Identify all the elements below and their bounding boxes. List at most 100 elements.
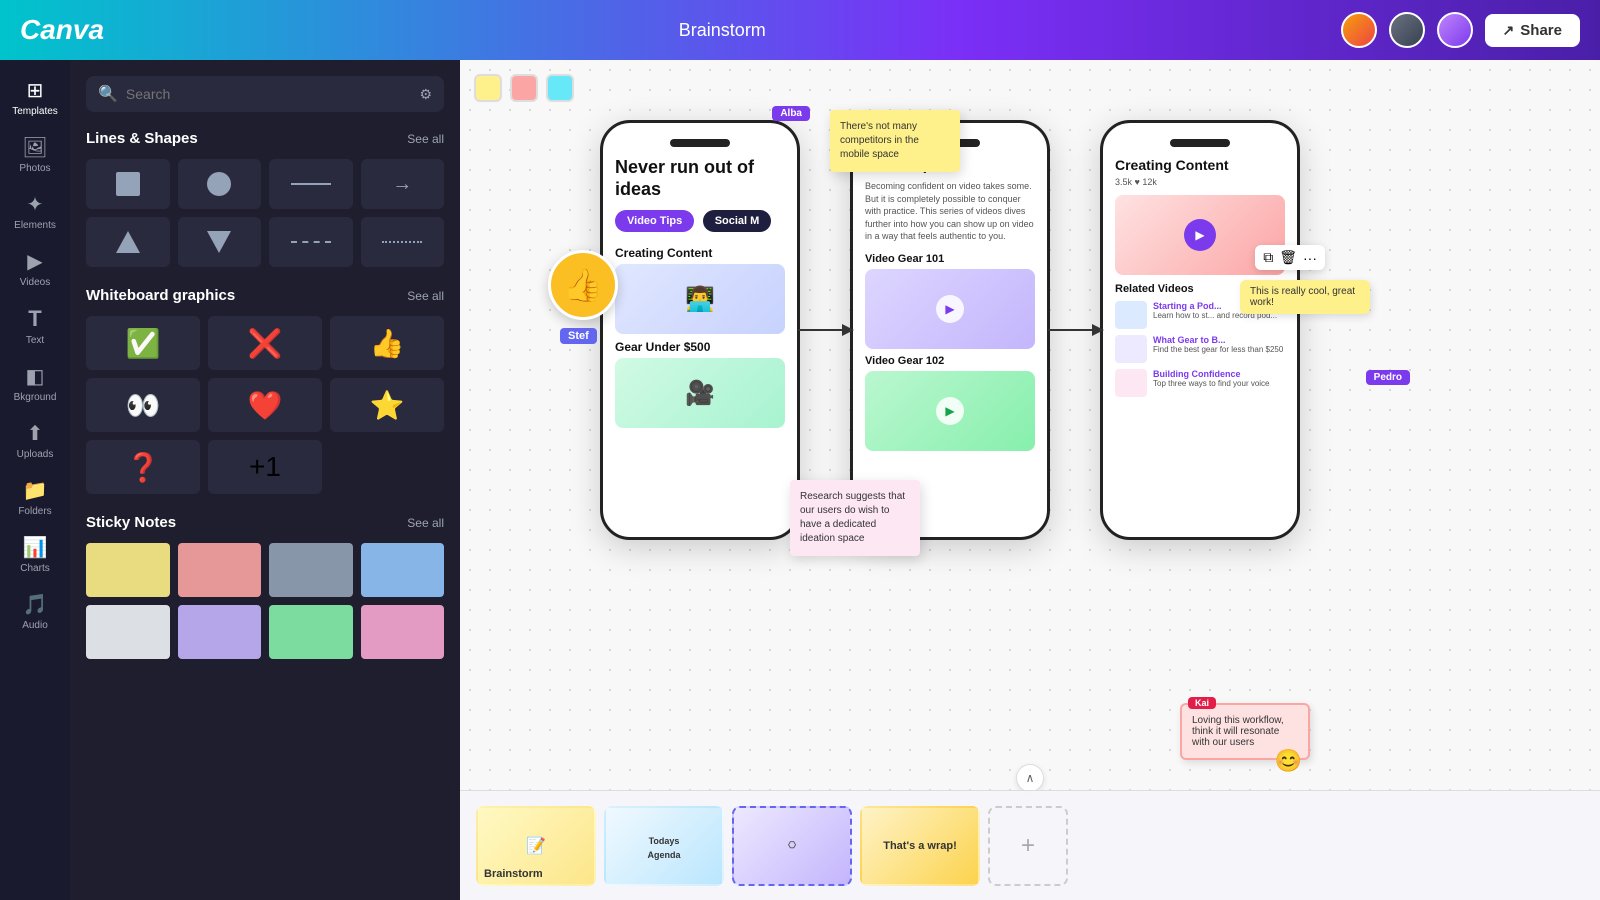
add-slide-button[interactable]: + xyxy=(988,806,1068,886)
filter-icon[interactable]: ⚙ xyxy=(419,86,432,103)
topbar-right: ↗ Share xyxy=(1341,12,1580,48)
document-title[interactable]: Brainstorm xyxy=(679,20,766,41)
wb-heart[interactable]: ❤️ xyxy=(208,378,322,432)
phone2-video1-card: ▶ xyxy=(865,269,1035,349)
sticky-notes-title: Sticky Notes xyxy=(86,514,176,531)
sidebar-item-templates[interactable]: ⊞ Templates xyxy=(5,70,65,125)
sidebar-item-charts[interactable]: 📊 Charts xyxy=(5,527,65,582)
phone2-video2-title: Video Gear 102 xyxy=(865,355,1035,367)
phone-mockup-2: Video Tips Becoming confident on video t… xyxy=(850,120,1050,540)
filmstrip-slide-4[interactable]: That's a wrap! xyxy=(860,806,980,886)
avatar-3[interactable] xyxy=(1437,12,1473,48)
wb-star[interactable]: ⭐ xyxy=(330,378,444,432)
sidebar-item-photos[interactable]: 🖼 Photos xyxy=(5,127,65,182)
sticky-note-loving[interactable]: Kai Loving this workflow, think it will … xyxy=(1180,703,1310,760)
sidebar-item-videos[interactable]: ▶ Videos xyxy=(5,241,65,296)
lines-shapes-header: Lines & Shapes See all xyxy=(86,130,444,147)
related-info-2: What Gear to B... Find the best gear for… xyxy=(1153,335,1283,354)
sidebar-item-folders[interactable]: 📁 Folders xyxy=(5,470,65,525)
sticky-lightpink[interactable] xyxy=(361,605,445,659)
shape-circle[interactable] xyxy=(178,159,262,209)
whiteboard-see-all[interactable]: See all xyxy=(407,289,444,303)
sidebar-item-elements[interactable]: ✦ Elements xyxy=(5,184,65,239)
charts-icon: 📊 xyxy=(23,535,48,560)
shape-square[interactable] xyxy=(86,159,170,209)
filmstrip: 📝 Brainstorm Todays Agenda ⎔ That's a wr… xyxy=(460,790,1600,900)
sticker-thumbsup[interactable]: 👍 xyxy=(548,250,618,320)
phone2-desc: Becoming confident on video takes some. … xyxy=(865,180,1035,243)
lines-shapes-see-all[interactable]: See all xyxy=(407,132,444,146)
shape-arrow[interactable]: → xyxy=(361,159,445,209)
shapes-grid: → xyxy=(86,159,444,267)
color-pink[interactable] xyxy=(510,74,538,102)
background-icon: ◧ xyxy=(26,364,45,389)
phone-mockup-3: Creating Content 3.5k ♥ 12k ▶ Related Vi… xyxy=(1100,120,1300,540)
canvas-area[interactable]: Never run out of ideas Video Tips Social… xyxy=(460,60,1600,900)
sticky-note-alba[interactable]: There's not many competitors in the mobi… xyxy=(830,110,960,172)
sticky-notes-see-all[interactable]: See all xyxy=(407,516,444,530)
elements-icon: ✦ xyxy=(27,192,44,217)
whiteboard-title: Whiteboard graphics xyxy=(86,287,235,304)
wb-question[interactable]: ❓ xyxy=(86,440,200,494)
heart-sticker: 😊 xyxy=(1275,748,1302,774)
sticky-note-pink[interactable]: Research suggests that our users do wish… xyxy=(790,480,920,556)
play-btn-2[interactable]: ▶ xyxy=(936,397,964,425)
phone1-card1-label: Creating Content xyxy=(615,246,785,260)
sidebar-item-text[interactable]: T Text xyxy=(5,298,65,354)
main-layout: ⊞ Templates 🖼 Photos ✦ Elements ▶ Videos… xyxy=(0,60,1600,900)
filmstrip-slide-2[interactable]: Todays Agenda xyxy=(604,806,724,886)
sticky-yellow[interactable] xyxy=(86,543,170,597)
pill-social[interactable]: Social M xyxy=(703,210,772,232)
sticky-green[interactable] xyxy=(269,605,353,659)
sidebar-item-background[interactable]: ◧ Bkground xyxy=(5,356,65,411)
shape-line[interactable] xyxy=(269,159,353,209)
more-icon[interactable]: ··· xyxy=(1303,250,1317,266)
search-input[interactable] xyxy=(126,86,412,102)
filmstrip-slide-1[interactable]: 📝 Brainstorm xyxy=(476,806,596,886)
wb-plus1[interactable]: +1 xyxy=(208,440,322,494)
sticky-purple[interactable] xyxy=(178,605,262,659)
wb-cross[interactable]: ❌ xyxy=(208,316,322,370)
shape-inv-triangle[interactable] xyxy=(178,217,262,267)
play-btn-1[interactable]: ▶ xyxy=(936,295,964,323)
phone1-buttons: Video Tips Social M xyxy=(615,210,785,240)
sticky-pink[interactable] xyxy=(178,543,262,597)
topbar: Canva Brainstorm ↗ Share xyxy=(0,0,1600,60)
sticky-gray[interactable] xyxy=(269,543,353,597)
share-button[interactable]: ↗ Share xyxy=(1485,14,1580,47)
related-thumb-2 xyxy=(1115,335,1147,363)
color-cyan[interactable] xyxy=(546,74,574,102)
shape-dashed[interactable] xyxy=(269,217,353,267)
scroll-up-button[interactable]: ∧ xyxy=(1016,764,1044,792)
phone-notch-3 xyxy=(1170,139,1230,147)
sticky-white[interactable] xyxy=(86,605,170,659)
sidebar-item-uploads[interactable]: ⬆ Uploads xyxy=(5,413,65,468)
sidebar-item-audio[interactable]: 🎵 Audio xyxy=(5,584,65,639)
related-item-3: Building Confidence Top three ways to fi… xyxy=(1115,369,1285,397)
shape-triangle[interactable] xyxy=(86,217,170,267)
color-yellow[interactable] xyxy=(474,74,502,102)
delete-icon[interactable]: 🗑 xyxy=(1279,249,1297,266)
photos-icon: 🖼 xyxy=(22,135,47,160)
copy-icon[interactable]: ⧉ xyxy=(1263,249,1273,266)
sticky-blue[interactable] xyxy=(361,543,445,597)
videos-icon: ▶ xyxy=(27,249,42,274)
related-item-2: What Gear to B... Find the best gear for… xyxy=(1115,335,1285,363)
wb-eyes[interactable]: 👀 xyxy=(86,378,200,432)
shape-dotted[interactable] xyxy=(361,217,445,267)
play-btn-3[interactable]: ▶ xyxy=(1184,219,1216,251)
elements-panel: 🔍 ⚙ Lines & Shapes See all → Whiteboard … xyxy=(70,60,460,900)
filmstrip-slide-3[interactable]: ⎔ xyxy=(732,806,852,886)
avatar-2[interactable] xyxy=(1389,12,1425,48)
avatar-1[interactable] xyxy=(1341,12,1377,48)
templates-icon: ⊞ xyxy=(27,78,44,103)
sticker-stef-label: Stef xyxy=(560,328,597,344)
pill-videotips[interactable]: Video Tips xyxy=(615,210,694,232)
phone1-card2-label: Gear Under $500 xyxy=(615,340,785,354)
wb-check[interactable]: ✅ xyxy=(86,316,200,370)
phone-notch-1 xyxy=(670,139,730,147)
wb-thumbsup[interactable]: 👍 xyxy=(330,316,444,370)
uploads-icon: ⬆ xyxy=(27,421,44,446)
comment-bubble-cool[interactable]: This is really cool, great work! xyxy=(1240,280,1370,314)
whiteboard-grid: ✅ ❌ 👍 👀 ❤️ ⭐ ❓ +1 xyxy=(86,316,444,494)
